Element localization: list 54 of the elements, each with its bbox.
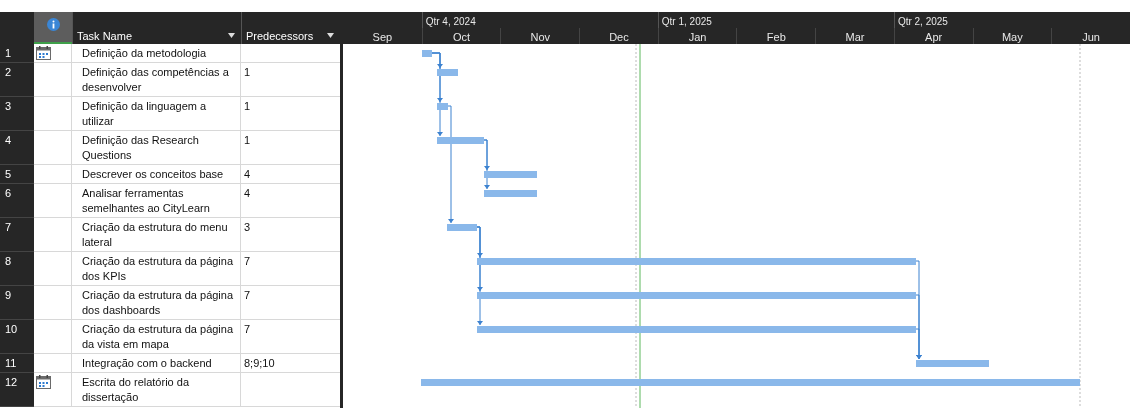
task-bar[interactable] (484, 171, 537, 178)
task-name-cell: Criação da estrutura do menu lateral (72, 218, 241, 251)
quarter-label: Qtr 1, 2025 (657, 12, 894, 28)
task-bar[interactable] (477, 292, 916, 299)
predecessors-cell-text: 1 (243, 99, 252, 114)
predecessors-cell-text: 4 (243, 167, 252, 182)
column-header[interactable]: Task Name (72, 12, 241, 44)
task-bar[interactable] (437, 103, 448, 110)
predecessors-cell-text: 1 (243, 133, 252, 148)
row-number: 5 (0, 165, 34, 184)
row-number: 12 (0, 373, 34, 407)
task-name-cell: Escrita do relatório da dissertação (72, 373, 241, 406)
caret-icon (228, 33, 235, 38)
predecessors-cell-text: 1 (243, 65, 252, 80)
task-name-cell: Definição da metodologia (72, 44, 241, 62)
task-name-cell: Criação da estrutura da página da vista em mapa (72, 320, 241, 353)
task-bar[interactable] (477, 326, 916, 333)
task-name-cell: Definição da linguagem a utilizar (72, 97, 241, 130)
quarter-label: Qtr 4, 2024 (421, 12, 658, 28)
task-bar[interactable] (447, 224, 477, 231)
task-name-cell: Definição das Research Questions (72, 131, 241, 164)
row-number: 10 (0, 320, 34, 354)
task-bar[interactable] (477, 258, 916, 265)
row-number: 11 (0, 354, 34, 373)
predecessors-cell-text: 7 (243, 254, 252, 269)
row-number: 3 (0, 97, 34, 131)
predecessors-cell-text: 7 (243, 322, 252, 337)
task-bar[interactable] (437, 69, 458, 76)
row-number: 4 (0, 131, 34, 165)
row-number: 1 (0, 44, 34, 63)
row-number: 2 (0, 63, 34, 97)
task-name-cell: Analisar ferramentas semelhantes ao CityLearn (72, 184, 241, 217)
task-bar[interactable] (916, 360, 989, 367)
row-number: 9 (0, 286, 34, 320)
task-bar[interactable] (437, 137, 484, 144)
task-name-cell: Descrever os conceitos base (72, 165, 241, 183)
row-number: 8 (0, 252, 34, 286)
predecessors-cell-text: 4 (243, 186, 252, 201)
predecessors-cell-text: 8;9;10 (243, 356, 276, 371)
task-name-cell: Criação da estrutura da página dos dashboards (72, 286, 241, 319)
quarter-label: Qtr 2, 2025 (893, 12, 1130, 28)
task-name-cell: Definição das competências a desenvolver (72, 63, 241, 96)
task-name-cell: Criação da estrutura da página dos KPIs (72, 252, 241, 285)
task-name-cell: Integração com o backend (72, 354, 241, 372)
task-bar[interactable] (484, 190, 537, 197)
predecessors-cell-text: 3 (243, 220, 252, 235)
info-icon (46, 18, 60, 31)
predecessors-cell-text: 7 (243, 288, 252, 303)
caret-icon (327, 33, 334, 38)
row-number: 7 (0, 218, 34, 252)
month-label: Sep (371, 30, 394, 44)
task-bar[interactable] (421, 379, 1080, 386)
row-number: 6 (0, 184, 34, 218)
task-bar[interactable] (422, 50, 432, 57)
